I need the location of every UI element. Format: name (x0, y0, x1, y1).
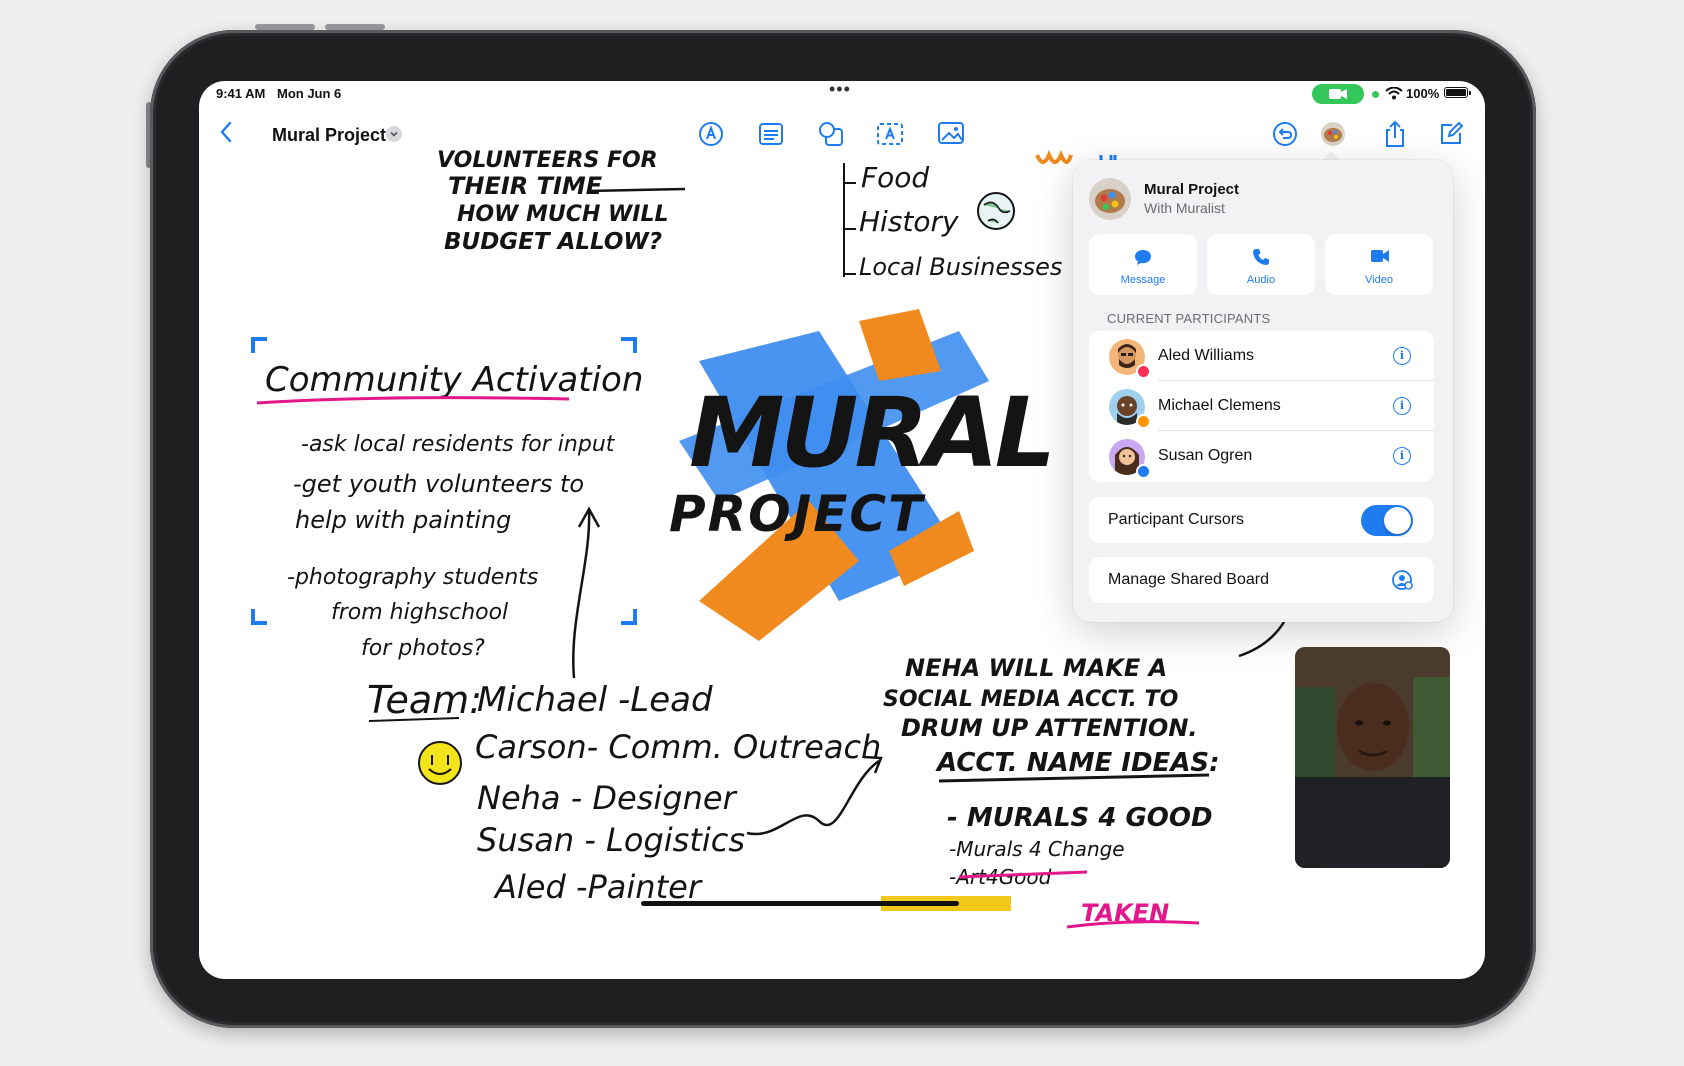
textbox-icon[interactable] (875, 119, 905, 149)
neha-note-1: NEHA WILL MAKE A (905, 654, 1167, 682)
media-icon[interactable] (937, 119, 967, 149)
team-neha: Neha - Designer (477, 779, 738, 817)
participants-list: Aled Williams i Michael Clemens i Susan … (1089, 331, 1434, 482)
back-chevron-icon[interactable] (219, 121, 233, 143)
mural-title: MURAL (689, 377, 1052, 489)
topic-local-businesses: Local Businesses (859, 253, 1062, 281)
message-icon (1135, 250, 1151, 265)
arrow-up (572, 506, 601, 679)
bullet-4: -photography students (287, 565, 538, 590)
neha-note-4: ACCT. NAME IDEAS: (935, 748, 1220, 778)
video-icon (1371, 250, 1389, 262)
squiggle-arrow (746, 755, 883, 836)
participant-row[interactable]: Susan Ogren i (1089, 431, 1434, 481)
cursor-color-badge (1136, 364, 1151, 379)
topic-food: Food (861, 161, 929, 194)
info-icon[interactable]: i (1393, 347, 1411, 365)
audio-label: Audio (1246, 274, 1276, 286)
pen-icon[interactable] (696, 119, 726, 149)
topics-bracket (843, 163, 856, 277)
globe-doodle (977, 192, 1015, 230)
connector-line (1238, 621, 1286, 658)
bullet-1: -ask local residents for input (301, 432, 616, 457)
compose-icon[interactable] (1436, 119, 1466, 149)
message-label: Message (1120, 274, 1166, 286)
bullet-5: from highschool (331, 600, 508, 625)
collaborator-icon[interactable] (1321, 122, 1345, 146)
info-icon[interactable]: i (1393, 447, 1411, 465)
mural-subtitle: PROJECT (669, 485, 926, 543)
neha-note-2: SOCIAL MEDIA ACCT. TO (883, 687, 1178, 712)
audio-button[interactable]: Audio (1207, 234, 1315, 295)
text-block-icon[interactable] (756, 119, 786, 149)
participants-header: CURRENT PARTICIPANTS (1107, 311, 1271, 326)
bullet-6: for photos? (361, 636, 485, 661)
message-button[interactable]: Message (1089, 234, 1197, 295)
top-note-line-1: VOLUNTEERS FOR (437, 148, 658, 173)
battery-icon (1444, 87, 1471, 98)
panel-board-title: Mural Project (1144, 181, 1240, 198)
participant-name: Aled Williams (1158, 347, 1255, 364)
panel-board-subtitle: With Muralist (1144, 200, 1225, 216)
team-carson: Carson- Comm. Outreach (475, 728, 881, 766)
home-indicator[interactable] (641, 901, 959, 906)
facetime-video-tile[interactable] (1295, 647, 1450, 868)
title-chevron-down-icon[interactable] (386, 126, 402, 142)
bullet-2: -get youth volunteers to (293, 470, 584, 498)
status-time: 9:41 AM (216, 86, 266, 101)
bullet-3: help with painting (295, 506, 511, 534)
status-date: Mon Jun 6 (277, 86, 342, 101)
video-button[interactable]: Video (1325, 234, 1433, 295)
team-michael: Michael -Lead (477, 680, 713, 720)
top-note-line-4: BUDGET ALLOW? (444, 229, 662, 255)
idea-2: -Murals 4 Change (949, 837, 1125, 861)
video-label: Video (1365, 274, 1393, 286)
manage-people-icon (1392, 570, 1413, 590)
participant-row[interactable]: Aled Williams i (1089, 331, 1434, 381)
heading-community-activation: Community Activation (265, 360, 643, 400)
team-susan: Susan - Logistics (477, 821, 745, 859)
participant-cursors-label: Participant Cursors (1108, 511, 1245, 528)
share-icon[interactable] (1380, 119, 1410, 149)
board-title[interactable]: Mural Project (272, 125, 386, 146)
multitasking-dots-icon[interactable]: ••• (829, 81, 851, 100)
mural-graphic: MURAL PROJECT (669, 309, 1056, 641)
manage-shared-board-label: Manage Shared Board (1108, 571, 1269, 588)
battery-percent: 100% (1406, 86, 1440, 101)
ipad-screen: VOLUNTEERS FOR THEIR TIME HOW MUCH WILL … (199, 81, 1485, 979)
neha-note-3: DRUM UP ATTENTION. (901, 714, 1198, 742)
shapes-icon[interactable] (816, 119, 846, 149)
info-icon[interactable]: i (1393, 397, 1411, 415)
orange-doodle (1035, 149, 1073, 164)
cursor-color-badge (1136, 464, 1151, 479)
top-note-line-2: THEIR TIME (448, 172, 603, 200)
top-note-line-3: HOW MUCH WILL (457, 202, 669, 227)
board-avatar (1089, 178, 1131, 220)
camera-in-use-icon[interactable] (1312, 84, 1364, 104)
idea-1: - MURALS 4 GOOD (947, 803, 1213, 833)
status-bar: 9:41 AM Mon Jun 6 ••• 100% (199, 81, 1485, 109)
undo-icon[interactable] (1270, 119, 1300, 149)
participant-row[interactable]: Michael Clemens i (1089, 381, 1434, 431)
topic-history: History (859, 205, 959, 238)
manage-shared-board-button[interactable]: Manage Shared Board (1089, 557, 1434, 603)
participant-cursors-toggle[interactable] (1361, 505, 1413, 536)
participant-name: Michael Clemens (1158, 397, 1281, 414)
participant-cursors-row: Participant Cursors (1089, 497, 1434, 543)
wifi-icon (1385, 87, 1403, 100)
mic-indicator-icon (1372, 91, 1379, 98)
cursor-color-badge (1136, 414, 1151, 429)
smiley-sticker (418, 741, 462, 785)
phone-icon (1253, 249, 1269, 265)
collaboration-popover: Mural Project With Muralist Message Audi… (1073, 160, 1453, 622)
participant-name: Susan Ogren (1158, 447, 1253, 464)
team-label: Team: (367, 678, 482, 722)
